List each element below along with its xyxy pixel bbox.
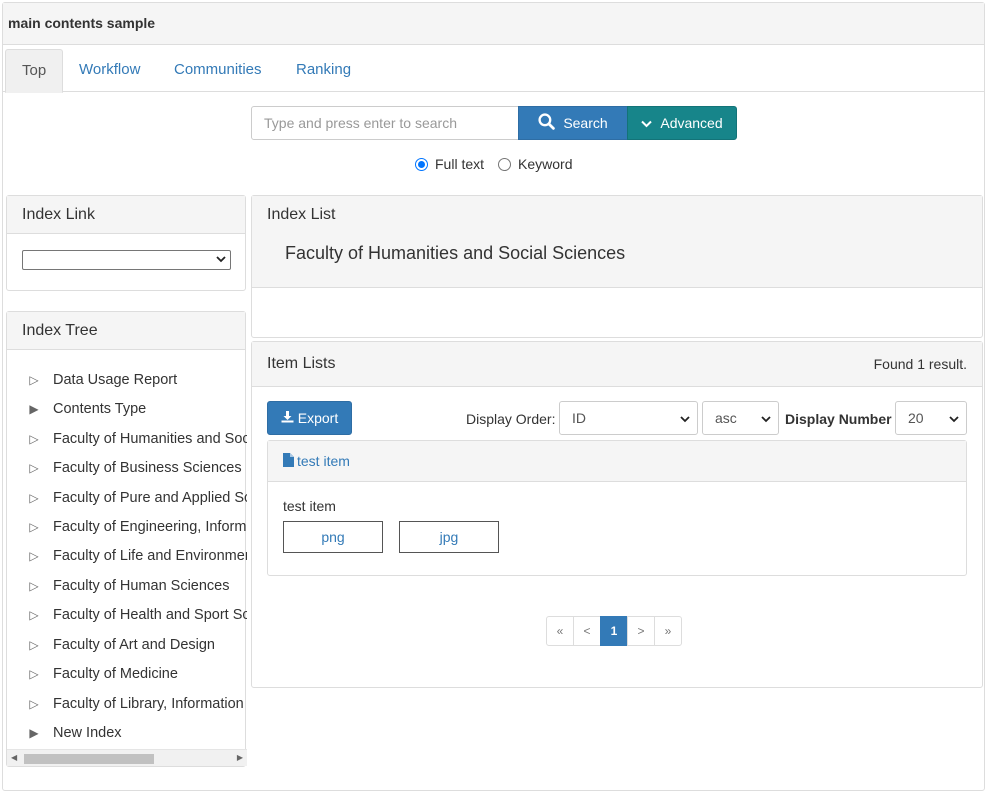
main-contents-window: main contents sample Top Workflow Commun… xyxy=(2,2,985,791)
tree-item-humanities[interactable]: ▷Faculty of Humanities and Social Scienc… xyxy=(27,431,247,447)
expand-triangle-filled-icon[interactable]: ▶ xyxy=(27,402,41,416)
index-list-panel: Index List Faculty of Humanities and Soc… xyxy=(251,195,983,338)
expand-triangle-icon[interactable]: ▷ xyxy=(27,491,41,505)
expand-triangle-filled-icon[interactable]: ▶ xyxy=(27,726,41,740)
item-description: test item xyxy=(283,498,336,514)
scroll-left-icon[interactable]: ◀ xyxy=(11,753,17,762)
item-card-header[interactable]: test item xyxy=(268,441,966,482)
page-next-button[interactable]: > xyxy=(627,616,655,646)
index-tree-title: Index Tree xyxy=(7,312,245,350)
item-title-link[interactable]: test item xyxy=(297,453,350,469)
download-icon xyxy=(281,410,294,426)
tree-item-pure-applied[interactable]: ▷Faculty of Pure and Applied Sciences xyxy=(27,490,247,506)
sort-direction-select[interactable]: asc xyxy=(702,401,779,435)
tree-item-new-index[interactable]: ▶ New Index xyxy=(27,725,121,741)
index-tree-panel: Index Tree ▷ Data Usage Report ▶ Contents … xyxy=(6,311,247,767)
tab-workflow[interactable]: Workflow xyxy=(63,49,156,92)
expand-triangle-icon[interactable]: ▷ xyxy=(27,549,41,563)
tree-item-data-usage-report[interactable]: ▷ Data Usage Report xyxy=(27,372,177,388)
search-input[interactable] xyxy=(251,106,519,140)
tab-bar: Top Workflow Communities Ranking xyxy=(3,46,984,93)
expand-triangle-icon[interactable]: ▷ xyxy=(27,667,41,681)
chevron-down-icon xyxy=(760,412,772,428)
expand-triangle-icon[interactable]: ▷ xyxy=(27,373,41,387)
chevron-down-icon xyxy=(948,412,960,428)
item-lists-panel: Item Lists Found 1 result. Export Displa… xyxy=(251,341,983,688)
search-icon xyxy=(538,113,556,133)
display-order-select[interactable]: ID xyxy=(559,401,698,435)
expand-triangle-icon[interactable]: ▷ xyxy=(27,638,41,652)
index-link-panel: Index Link xyxy=(6,195,246,291)
full-text-radio[interactable] xyxy=(415,157,428,171)
page-prev-button[interactable]: < xyxy=(573,616,601,646)
search-type-options: Full text Keyword xyxy=(415,156,586,172)
expand-triangle-icon[interactable]: ▷ xyxy=(27,608,41,622)
file-button-png[interactable]: png xyxy=(283,521,383,553)
advanced-search-button[interactable]: Advanced xyxy=(627,106,737,140)
chevron-down-icon xyxy=(641,115,653,131)
result-count: Found 1 result. xyxy=(873,356,967,372)
index-link-select[interactable] xyxy=(22,250,231,270)
tree-item-medicine[interactable]: ▷ Faculty of Medicine xyxy=(27,666,178,682)
pagination: « < 1 > » xyxy=(546,616,682,646)
tree-item-library[interactable]: ▷Faculty of Library, Information and Med… xyxy=(27,696,247,712)
keyword-label: Keyword xyxy=(518,156,573,172)
tree-item-life-environmental[interactable]: ▷Faculty of Life and Environmental Scien… xyxy=(27,548,247,564)
display-number-label: Display Number xyxy=(785,411,892,427)
index-list-title: Index List xyxy=(267,206,336,223)
index-list-current[interactable]: Faculty of Humanities and Social Science… xyxy=(285,243,625,264)
expand-triangle-icon[interactable]: ▷ xyxy=(27,432,41,446)
tab-communities[interactable]: Communities xyxy=(158,49,278,92)
tab-top[interactable]: Top xyxy=(5,49,64,93)
item-lists-header: Item Lists Found 1 result. xyxy=(252,342,982,387)
file-button-jpg[interactable]: jpg xyxy=(399,521,499,553)
index-list-header: Index List Faculty of Humanities and Soc… xyxy=(252,196,982,288)
tab-ranking[interactable]: Ranking xyxy=(280,49,367,92)
export-label: Export xyxy=(297,410,339,426)
display-order-label: Display Order: xyxy=(466,411,556,427)
page-first-button[interactable]: « xyxy=(546,616,574,646)
scrollbar-thumb[interactable] xyxy=(24,754,154,764)
expand-triangle-icon[interactable]: ▷ xyxy=(27,579,41,593)
advanced-button-label: Advanced xyxy=(660,115,723,131)
item-lists-title: Item Lists xyxy=(267,355,336,372)
tree-item-health-sport[interactable]: ▷Faculty of Health and Sport Sciences xyxy=(27,607,247,623)
keyword-radio[interactable] xyxy=(498,157,512,171)
page-current-button[interactable]: 1 xyxy=(600,616,628,646)
chevron-down-icon xyxy=(679,412,691,428)
scroll-right-icon[interactable]: ▶ xyxy=(237,753,243,762)
page-last-button[interactable]: » xyxy=(654,616,682,646)
display-number-select[interactable]: 20 xyxy=(895,401,967,435)
chevron-down-icon xyxy=(215,252,227,269)
tree-item-human-sciences[interactable]: ▷ Faculty of Human Sciences xyxy=(27,578,229,594)
search-button-label: Search xyxy=(563,115,608,131)
search-button[interactable]: Search xyxy=(518,106,628,140)
expand-triangle-icon[interactable]: ▷ xyxy=(27,697,41,711)
tree-item-contents-type[interactable]: ▶ Contents Type xyxy=(27,401,146,417)
full-text-label: Full text xyxy=(435,156,485,172)
page-title: main contents sample xyxy=(3,3,984,45)
tree-item-business[interactable]: ▷ Faculty of Business Sciences xyxy=(27,460,241,476)
item-card: test item test item png jpg xyxy=(267,440,967,576)
export-button[interactable]: Export xyxy=(267,401,352,435)
expand-triangle-icon[interactable]: ▷ xyxy=(27,461,41,475)
expand-triangle-icon[interactable]: ▷ xyxy=(27,520,41,534)
tree-item-art-design[interactable]: ▷ Faculty of Art and Design xyxy=(27,637,215,653)
index-link-title: Index Link xyxy=(7,196,245,234)
tree-item-engineering[interactable]: ▷Faculty of Engineering, Information and… xyxy=(27,519,247,535)
horizontal-scrollbar[interactable]: ◀ ▶ xyxy=(7,749,247,766)
file-icon xyxy=(283,452,294,470)
index-tree: ▷ Data Usage Report ▶ Contents Type ▷ Facul… xyxy=(7,350,247,750)
